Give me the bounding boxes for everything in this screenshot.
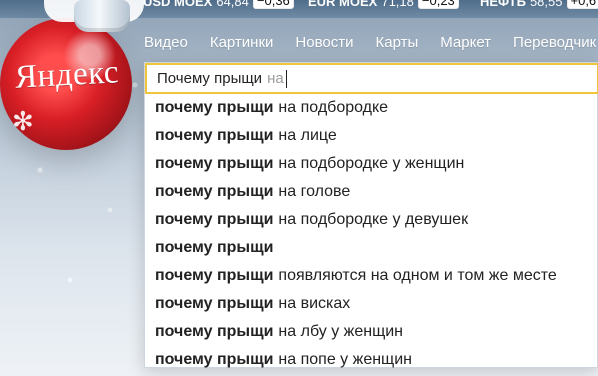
suggestion-bold: почему прыщи [155,267,274,284]
ticker-oil-change: +0,6 [566,0,598,9]
ticker-oil-label: НЕФТЬ [480,0,526,9]
suggestion-item[interactable]: почему прыщи на подбородке у девушек [145,206,598,234]
suggestion-item[interactable]: почему прыщи на лбу у женщин [145,318,598,346]
suggestion-rest: появляются на одном и том же месте [278,267,557,284]
suggestion-bold: почему прыщи [155,99,274,116]
suggestion-bold: почему прыщи [155,295,274,312]
suggestion-item[interactable]: почему прыщи на лице [145,122,598,150]
ticker-eur-label: EUR MOEX [308,0,378,9]
nav-video[interactable]: Видео [144,34,188,51]
ticker-usd-value: 64,84 [216,0,249,9]
suggestion-rest: на голове [278,183,351,200]
suggestion-item[interactable]: почему прыщи на висках [145,290,598,318]
suggestion-item[interactable]: почему прыщи на подбородке у женщин [145,150,598,178]
nav-market[interactable]: Маркет [440,34,491,51]
suggestion-item[interactable]: почему прыщи на голове [145,178,598,206]
ticker-eur-change: −0,23 [417,0,459,9]
suggestion-rest: на подбородке у женщин [278,155,465,172]
ornament-cap-icon [74,0,130,32]
nav-images[interactable]: Картинки [210,34,274,51]
suggestion-bold: почему прыщи [155,155,274,172]
ticker-oil[interactable]: НЕФТЬ 58,55 +0,6 [480,0,598,9]
services-nav: Видео Картинки Новости Карты Маркет Пере… [144,34,596,51]
suggestions-list: почему прыщи на подбородке почему прыщи … [145,94,598,374]
suggestion-rest: на лице [278,127,337,144]
search-autocomplete-tail: на [267,70,284,87]
suggestion-rest: на висках [278,295,351,312]
ticker-eur-value: 71,18 [381,0,414,9]
ticker-usd[interactable]: USD MOEX 64,84 −0,36 [143,0,294,9]
suggestion-bold: почему прыщи [155,183,274,200]
ticker-eur[interactable]: EUR MOEX 71,18 −0,23 [308,0,459,9]
nav-news[interactable]: Новости [295,34,353,51]
ticker-oil-value: 58,55 [529,0,563,9]
suggestion-item[interactable]: почему прыщи на попе у женщин [145,346,598,374]
search-typed-text: Почему прыщи [157,70,263,87]
yandex-logo[interactable]: Яндекс ✻ [0,0,145,170]
suggestion-item[interactable]: почему прыщи на подбородке [145,94,598,122]
suggestion-rest: на подбородке [278,99,389,116]
suggestion-bold: почему прыщи [155,323,274,340]
suggestion-rest: на лбу у женщин [278,323,404,340]
suggestion-bold: почему прыщи [155,127,274,144]
suggestion-item[interactable]: почему прыщи появляются на одном и том ж… [145,262,598,290]
ticker-usd-label: USD MOEX [143,0,213,9]
snowflake-icon: ✻ [12,106,34,136]
nav-translator[interactable]: Переводчик [513,34,596,51]
ticker-usd-change: −0,36 [252,0,294,9]
yandex-logo-text: Яндекс [14,54,120,96]
suggestion-bold: почему прыщи [155,239,274,256]
suggestion-rest: на попе у женщин [278,351,412,368]
nav-maps[interactable]: Карты [375,34,418,51]
text-caret [285,69,287,88]
suggestion-item[interactable]: почему прыщи [145,234,598,262]
search-dropdown: Почему прыщи на почему прыщи на подбород… [144,62,598,368]
suggestion-bold: почему прыщи [155,211,274,228]
search-input[interactable]: Почему прыщи на [145,63,598,94]
suggestion-rest: на подбородке у девушек [278,211,469,228]
suggestion-bold: почему прыщи [155,351,274,368]
